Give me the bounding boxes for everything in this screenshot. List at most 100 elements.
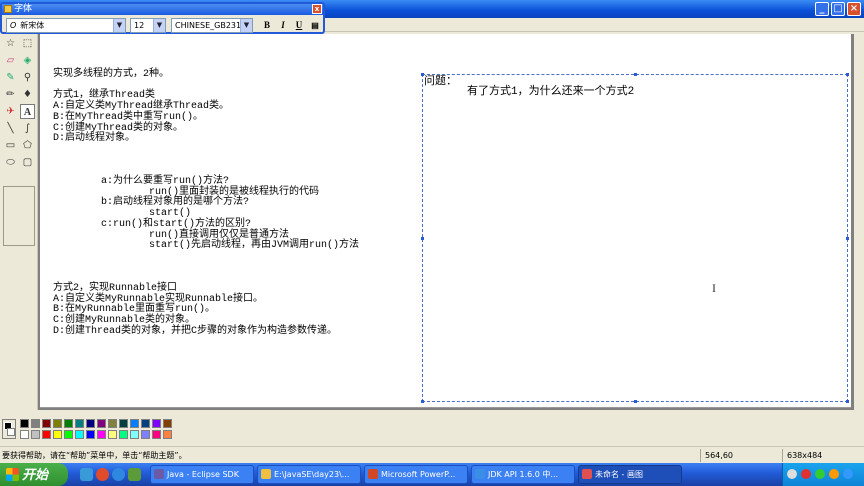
task-app-icon: [261, 469, 271, 479]
color-swatch[interactable]: [141, 419, 150, 428]
color-swatch[interactable]: [42, 419, 51, 428]
status-size: 638x484: [782, 449, 862, 462]
start-button[interactable]: 开始: [0, 463, 68, 486]
taskbar-button[interactable]: JDK API 1.6.0 中...: [471, 465, 575, 484]
eraser-icon[interactable]: ▱: [3, 53, 18, 68]
quicklaunch-ie-icon[interactable]: [112, 468, 125, 481]
font-size-select[interactable]: 12 ▼: [130, 18, 166, 33]
color-swatch[interactable]: [130, 419, 139, 428]
free-select-icon[interactable]: ☆: [3, 36, 18, 51]
rectangle-icon[interactable]: ▭: [3, 138, 18, 153]
magnifier-icon[interactable]: ⚲: [20, 70, 35, 85]
start-label: 开始: [22, 467, 49, 482]
chevron-down-icon[interactable]: ▼: [113, 19, 125, 32]
taskbar-button[interactable]: Microsoft PowerP...: [364, 465, 468, 484]
close-button[interactable]: ×: [847, 2, 861, 16]
fill-icon[interactable]: ◈: [20, 53, 35, 68]
color-swatch[interactable]: [152, 430, 161, 439]
maximize-button[interactable]: □: [831, 2, 845, 16]
system-tray: [782, 463, 864, 486]
curve-icon[interactable]: ∫: [20, 121, 35, 136]
canvas-text-line: c:run()和start()方法的区别?: [53, 218, 252, 230]
current-colors[interactable]: [2, 419, 16, 439]
color-swatch[interactable]: [108, 430, 117, 439]
font-toolbar-close-button[interactable]: x: [312, 4, 322, 14]
tray-antivirus-icon[interactable]: [801, 469, 811, 479]
color-palette: [0, 412, 864, 446]
resize-handle[interactable]: [634, 400, 637, 403]
line-icon[interactable]: ╲: [3, 121, 18, 136]
drawing-canvas[interactable]: 实现多线程的方式，2种。 方式1，继承Thread类 A:自定义类MyThread继…: [40, 34, 851, 408]
rect-select-icon[interactable]: ⬚: [20, 36, 35, 51]
canvas-text-line: 方式1，继承Thread类: [53, 90, 156, 102]
polygon-icon[interactable]: ⬠: [20, 138, 35, 153]
charset-select[interactable]: CHINESE_GB2312 ▼: [171, 18, 253, 33]
color-swatch[interactable]: [31, 419, 40, 428]
tray-speaker-icon[interactable]: [787, 469, 797, 479]
canvas-text-line: a:为什么要重写run()方法?: [53, 176, 230, 187]
textbox-body: 有了方式1，为什么还来一个方式2: [467, 86, 635, 98]
color-picker-icon[interactable]: ✎: [3, 70, 18, 85]
color-swatch[interactable]: [64, 430, 73, 439]
resize-handle[interactable]: [846, 73, 849, 76]
task-app-icon: [582, 469, 592, 479]
quicklaunch-desktop-icon[interactable]: [80, 468, 93, 481]
pencil-icon[interactable]: ✏: [3, 87, 18, 102]
taskbar-button[interactable]: E:\JavaSE\day23\...: [257, 465, 361, 484]
vertical-text-button[interactable]: ▤: [308, 18, 322, 33]
rounded-rect-icon[interactable]: ▢: [20, 155, 35, 170]
tool-options-panel[interactable]: [3, 186, 35, 246]
color-swatch[interactable]: [152, 419, 161, 428]
resize-handle[interactable]: [846, 237, 849, 240]
canvas-text-line: A:自定义类MyThread继承Thread类。: [53, 101, 230, 113]
color-swatch[interactable]: [163, 419, 172, 428]
color-swatch[interactable]: [108, 419, 117, 428]
text-tool-icon[interactable]: A: [20, 104, 35, 119]
vertical-scrollbar[interactable]: [854, 34, 864, 410]
color-swatch[interactable]: [119, 430, 128, 439]
underline-button[interactable]: U: [292, 18, 306, 33]
color-swatch[interactable]: [141, 430, 150, 439]
taskbar-button[interactable]: 未命名 - 画图: [578, 465, 682, 484]
color-swatch[interactable]: [53, 419, 62, 428]
resize-handle[interactable]: [421, 237, 424, 240]
color-swatch[interactable]: [97, 430, 106, 439]
font-toolbar-title[interactable]: 字体 x: [2, 4, 323, 15]
color-swatch[interactable]: [53, 430, 62, 439]
tray-network-icon[interactable]: [815, 469, 825, 479]
airbrush-icon[interactable]: ✈: [3, 104, 18, 119]
resize-handle[interactable]: [421, 400, 424, 403]
color-swatch[interactable]: [42, 430, 51, 439]
color-swatch[interactable]: [163, 430, 172, 439]
color-swatch[interactable]: [75, 430, 84, 439]
font-name-select[interactable]: O 新宋体 ▼: [6, 18, 126, 33]
resize-handle[interactable]: [634, 73, 637, 76]
chevron-down-icon[interactable]: ▼: [153, 19, 165, 32]
color-swatch[interactable]: [86, 419, 95, 428]
background-color[interactable]: [7, 428, 15, 436]
resize-handle[interactable]: [846, 400, 849, 403]
color-swatch[interactable]: [130, 430, 139, 439]
color-swatch[interactable]: [75, 419, 84, 428]
color-swatch[interactable]: [97, 419, 106, 428]
quicklaunch-app-icon[interactable]: [128, 468, 141, 481]
color-swatch[interactable]: [20, 419, 29, 428]
ellipse-icon[interactable]: ⬭: [3, 155, 18, 170]
brush-icon[interactable]: ♦: [20, 87, 35, 102]
font-toolbar[interactable]: 字体 x O 新宋体 ▼ 12 ▼ CHINESE_GB2312 ▼ B I U …: [0, 2, 325, 34]
minimize-button[interactable]: _: [815, 2, 829, 16]
color-swatch[interactable]: [20, 430, 29, 439]
tray-app-icon[interactable]: [829, 469, 839, 479]
quicklaunch-chrome-icon[interactable]: [96, 468, 109, 481]
tray-qq-icon[interactable]: [843, 469, 853, 479]
italic-button[interactable]: I: [276, 18, 290, 33]
windows-logo-icon: [6, 468, 19, 481]
color-swatch[interactable]: [86, 430, 95, 439]
color-swatch[interactable]: [31, 430, 40, 439]
text-box[interactable]: 问题： 有了方式1，为什么还来一个方式2: [421, 73, 849, 403]
bold-button[interactable]: B: [260, 18, 274, 33]
taskbar-button[interactable]: Java - Eclipse SDK: [150, 465, 254, 484]
color-swatch[interactable]: [64, 419, 73, 428]
chevron-down-icon[interactable]: ▼: [240, 19, 252, 32]
color-swatch[interactable]: [119, 419, 128, 428]
